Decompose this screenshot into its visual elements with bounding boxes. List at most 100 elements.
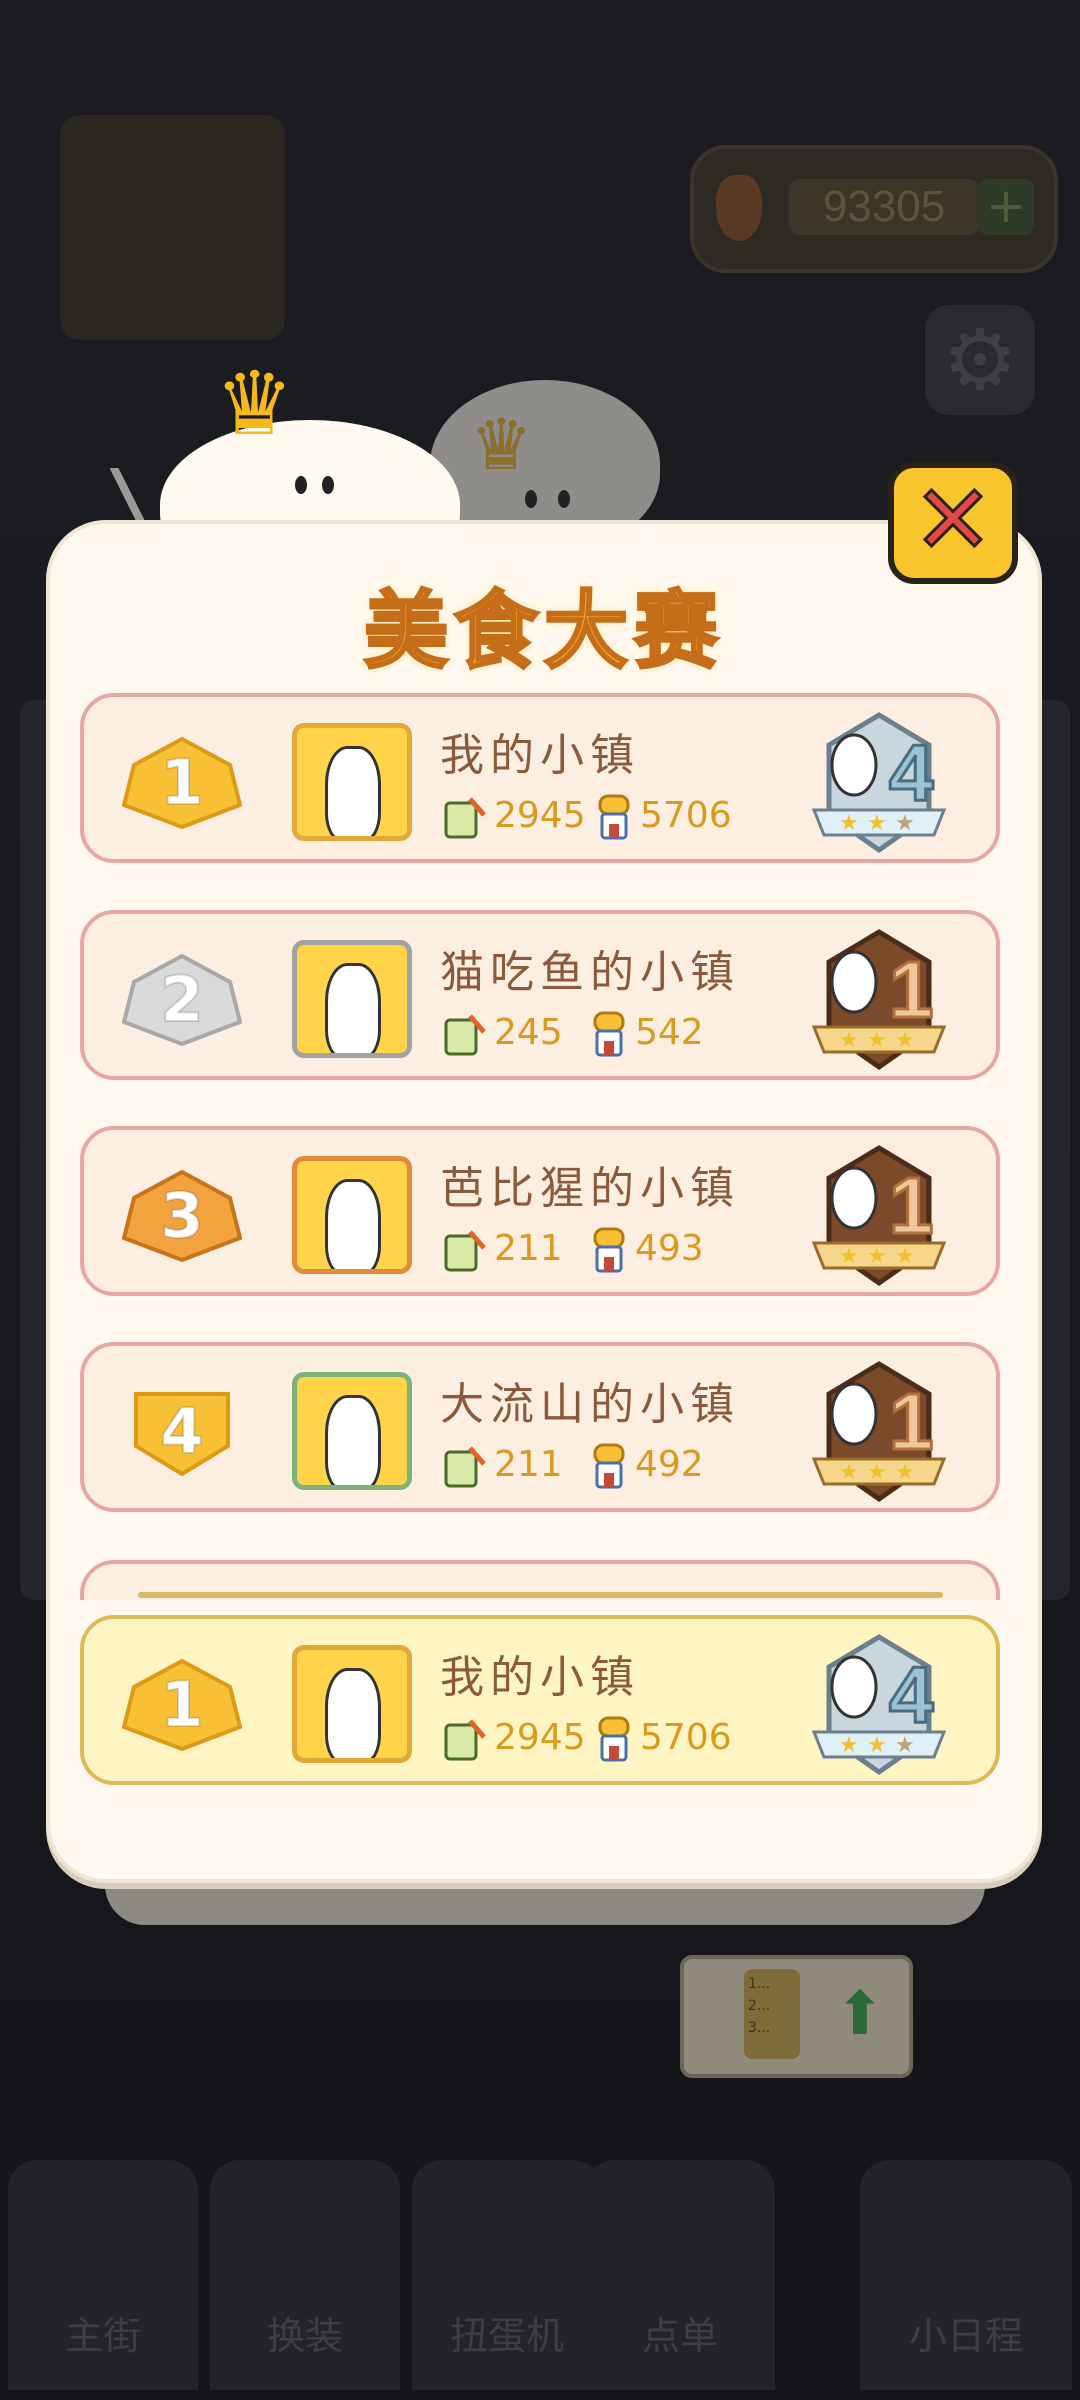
score-count: 492	[589, 1438, 704, 1492]
svg-text:★: ★	[867, 1028, 887, 1053]
coin-counter: 93305 +	[690, 145, 1058, 273]
crown-icon: ♛	[215, 352, 294, 455]
recipe-clipboard-icon	[444, 797, 486, 839]
chef-trophy-icon	[593, 1011, 625, 1057]
coin-value: 93305	[789, 179, 979, 235]
town-name: 我的小镇	[440, 1652, 640, 1703]
town-name: 我的小镇	[440, 730, 640, 781]
svg-text:1: 1	[889, 1377, 934, 1466]
avatar[interactable]	[292, 723, 412, 841]
svg-text:★: ★	[839, 1460, 859, 1485]
score-value: 542	[635, 1012, 704, 1053]
recipe-clipboard-icon	[444, 1230, 486, 1272]
chef-avatar-icon	[325, 963, 381, 1053]
svg-text:★: ★	[839, 811, 859, 836]
svg-text:★: ★	[895, 1733, 915, 1758]
town-name: 猫吃鱼的小镇	[440, 947, 740, 998]
avatar[interactable]	[292, 1156, 412, 1274]
svg-text:★: ★	[867, 1244, 887, 1269]
nav-label: 点单	[641, 2314, 718, 2358]
level-badge	[60, 115, 285, 340]
town-name: 芭比猩的小镇	[440, 1163, 740, 1214]
level-1-medal-icon: 1★ ★ ★	[811, 1361, 947, 1503]
avatar[interactable]	[292, 940, 412, 1058]
level-4-medal-icon: 4★ ★ ★	[811, 712, 947, 854]
nav-dress-up[interactable]: 换装	[210, 2160, 400, 2390]
nav-label: 扭蛋机	[449, 2314, 564, 2358]
score-count: 5706	[594, 789, 732, 843]
chef-trophy-icon	[593, 1227, 625, 1273]
dish-count-value: 245	[494, 1012, 563, 1053]
svg-text:★: ★	[867, 1733, 887, 1758]
rank-badge: 1	[122, 735, 242, 830]
leaderboard-row[interactable]: 1 我的小镇 2945 5706 4 ★ ★ ★	[80, 693, 1000, 863]
svg-text:4: 4	[889, 1650, 934, 1739]
score-value: 5706	[640, 1717, 732, 1758]
svg-text:★: ★	[839, 1244, 859, 1269]
order-board-button[interactable]: 1... 2... 3... ⬆	[680, 1955, 913, 2078]
rank-badge: 3	[122, 1168, 242, 1263]
chef-trophy-icon	[598, 1716, 630, 1762]
score-value: 5706	[640, 795, 732, 836]
order-line: 3...	[748, 2020, 771, 2036]
svg-text:★: ★	[839, 1028, 859, 1053]
divider	[138, 1592, 943, 1598]
avatar[interactable]	[292, 1645, 412, 1763]
rank-badge: 1	[122, 1657, 242, 1752]
dish-count-value: 211	[494, 1444, 563, 1485]
nav-order[interactable]: 点单	[585, 2160, 775, 2390]
clipboard-icon: 1... 2... 3...	[744, 1969, 800, 2059]
gear-icon[interactable]: ⚙	[925, 305, 1035, 415]
level-1-medal-icon: 1★ ★ ★	[811, 1145, 947, 1287]
svg-text:★: ★	[895, 1028, 915, 1053]
leaderboard-row[interactable]: 3 芭比猩的小镇 211 493 1 ★ ★ ★	[80, 1126, 1000, 1296]
score-count: 5706	[594, 1711, 732, 1765]
add-coins-button[interactable]: +	[978, 179, 1034, 235]
dish-count: 211	[440, 1438, 563, 1492]
nav-gacha[interactable]: 扭蛋机	[412, 2160, 602, 2390]
my-rank-row[interactable]: 1 我的小镇 2945 5706 4 ★ ★ ★	[80, 1615, 1000, 1785]
avatar[interactable]	[292, 1372, 412, 1490]
rank-number: 4	[159, 1394, 204, 1469]
recipe-clipboard-icon	[444, 1014, 486, 1056]
svg-text:★: ★	[867, 811, 887, 836]
bottom-nav: 主街 换装 扭蛋机 点单 小日程	[0, 2150, 1080, 2400]
dish-count: 2945	[440, 789, 586, 843]
svg-text:★: ★	[895, 1244, 915, 1269]
level-1-medal-icon: 1★ ★ ★	[811, 929, 947, 1071]
close-button[interactable]: ✕	[888, 462, 1018, 584]
svg-text:4: 4	[889, 728, 934, 817]
svg-text:★: ★	[839, 1733, 859, 1758]
nav-label: 换装	[266, 2314, 343, 2358]
nav-label: 主街	[64, 2314, 141, 2358]
dish-count: 2945	[440, 1711, 586, 1765]
chef-trophy-icon	[598, 794, 630, 840]
svg-text:★: ★	[895, 811, 915, 836]
dish-count-value: 2945	[494, 795, 586, 836]
dish-count: 211	[440, 1222, 563, 1276]
nav-main-street[interactable]: 主街	[8, 2160, 198, 2390]
svg-text:1: 1	[889, 945, 934, 1034]
bunny-avatar-icon	[325, 1668, 381, 1758]
nav-schedule[interactable]: 小日程	[860, 2160, 1072, 2390]
cap-avatar-icon	[325, 1179, 381, 1269]
rank-number: 3	[159, 1178, 204, 1253]
rank-badge: 4	[122, 1384, 242, 1479]
leaderboard-row[interactable]: 2 猫吃鱼的小镇 245 542 1 ★ ★ ★	[80, 910, 1000, 1080]
svg-text:★: ★	[867, 1460, 887, 1485]
rank-number: 1	[159, 745, 204, 820]
svg-text:1: 1	[889, 1161, 934, 1250]
chef-trophy-icon	[593, 1443, 625, 1489]
dish-count: 245	[440, 1006, 563, 1060]
panel-title: 美食大赛	[362, 581, 724, 682]
order-line: 2...	[748, 1998, 771, 2014]
dish-count-value: 2945	[494, 1717, 586, 1758]
nav-label: 小日程	[908, 2314, 1023, 2358]
leaderboard-row[interactable]: 4 大流山的小镇 211 492 1 ★ ★ ★	[80, 1342, 1000, 1512]
dish-count-value: 211	[494, 1228, 563, 1269]
score-value: 492	[635, 1444, 704, 1485]
bunny-avatar-icon	[325, 1395, 381, 1485]
arrow-up-icon: ⬆	[834, 1979, 885, 2049]
rank-badge: 2	[122, 952, 242, 1047]
score-count: 542	[589, 1006, 704, 1060]
